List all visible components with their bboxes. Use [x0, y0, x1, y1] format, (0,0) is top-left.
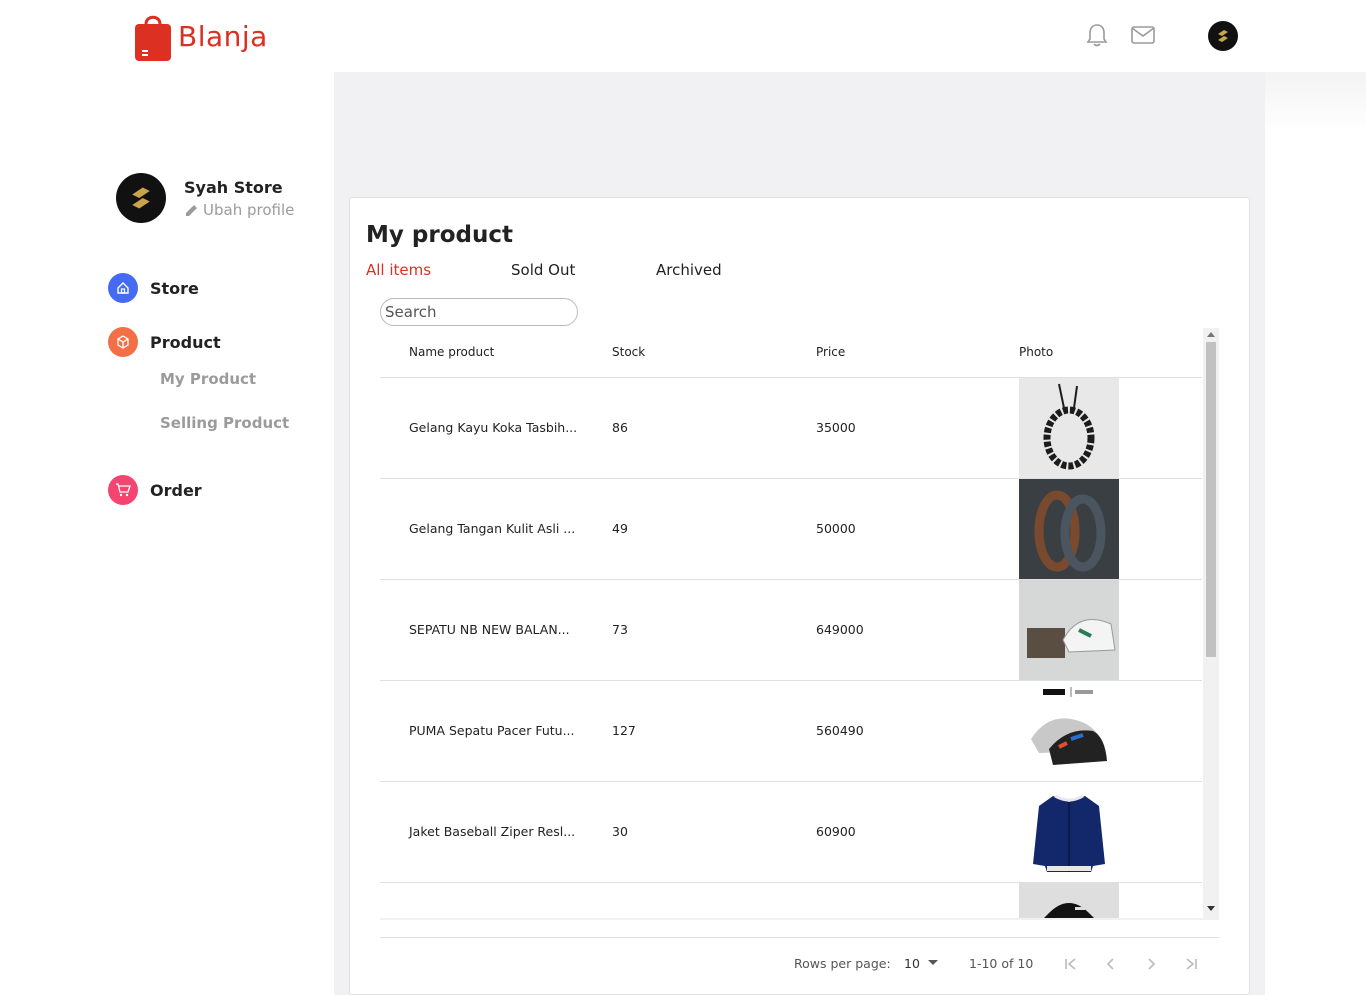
edit-profile-link[interactable]: Ubah profile [184, 201, 294, 219]
cell-name: Gelang Tangan Kulit Asli ... [409, 521, 576, 536]
column-header-stock[interactable]: Stock [612, 345, 645, 359]
cell-price: 50000 [816, 521, 856, 536]
tab-archived[interactable]: Archived [656, 261, 722, 279]
leather-bracelet-photo [1019, 479, 1119, 579]
table-row[interactable]: Gelang Tangan Kulit Asli ... 49 50000 [380, 479, 1202, 580]
cell-name: Gelang Kayu Koka Tasbih... [409, 420, 578, 435]
user-avatar[interactable] [1208, 21, 1238, 51]
scroll-down-icon[interactable] [1207, 906, 1215, 912]
product-card: My product All items Sold Out Archived N… [349, 197, 1250, 995]
sidebar: Syah Store Ubah profile Store Product My… [0, 72, 334, 995]
column-header-name[interactable]: Name product [409, 345, 494, 359]
company-logo-icon [132, 187, 150, 209]
cell-name: Jaket Baseball Ziper Resl... [409, 824, 576, 839]
sidebar-item-label: Order [150, 480, 202, 500]
sidebar-subitem-selling-product[interactable]: Selling Product [160, 414, 289, 432]
shopping-bag-icon [135, 15, 171, 61]
vertical-scrollbar[interactable] [1203, 328, 1219, 920]
product-table: Name product Stock Price Photo Gelang Ka… [380, 328, 1219, 920]
cell-price: 560490 [816, 723, 864, 738]
table-row[interactable]: Gelang Kayu Koka Tasbih... 86 35000 [380, 378, 1202, 479]
horizontal-scrollbar[interactable] [380, 918, 1219, 920]
table-row[interactable]: Jaket Baseball Ziper Resl... 30 60900 [380, 782, 1202, 883]
cart-icon [108, 475, 138, 505]
cell-price: 35000 [816, 420, 856, 435]
bracelet-photo [1019, 378, 1119, 478]
next-page-icon[interactable] [1139, 952, 1163, 976]
table-row[interactable]: PUMA Sepatu Pacer Futu... 127 560490 [380, 681, 1202, 782]
sidebar-item-product[interactable]: Product [108, 327, 221, 357]
store-name: Syah Store [184, 177, 283, 197]
top-navbar: Blanja [0, 0, 1366, 72]
jacket-photo [1019, 883, 1119, 920]
search-input[interactable] [380, 298, 578, 326]
vertical-scroll-thumb[interactable] [1206, 342, 1216, 657]
cell-stock: 73 [612, 622, 628, 637]
table-row[interactable]: SEPATU NB NEW BALAN... 73 649000 [380, 580, 1202, 681]
table-pagination: Rows per page: 10 1-10 of 10 [380, 937, 1219, 977]
sidebar-item-order[interactable]: Order [108, 475, 202, 505]
brand-logo[interactable]: Blanja [134, 10, 268, 62]
sidebar-item-label: Product [150, 332, 221, 352]
company-logo-icon [1218, 30, 1228, 42]
column-header-price[interactable]: Price [816, 345, 845, 359]
tab-sold-out[interactable]: Sold Out [511, 261, 656, 279]
brand-name: Blanja [178, 19, 268, 53]
first-page-icon[interactable] [1059, 952, 1083, 976]
box-icon [108, 327, 138, 357]
rows-per-page-label: Rows per page: [794, 956, 891, 971]
cell-price: 649000 [816, 622, 864, 637]
cell-stock: 49 [612, 521, 628, 536]
product-tabs: All items Sold Out Archived [366, 261, 722, 279]
mail-icon[interactable] [1130, 22, 1156, 48]
store-avatar[interactable] [116, 173, 166, 223]
rows-per-page-select[interactable]: 10 [904, 956, 920, 971]
scroll-up-icon[interactable] [1207, 331, 1215, 337]
last-page-icon[interactable] [1179, 952, 1203, 976]
home-icon [108, 273, 138, 303]
bell-icon[interactable] [1084, 22, 1110, 48]
jacket-photo [1019, 782, 1119, 882]
prev-page-icon[interactable] [1099, 952, 1123, 976]
chevron-down-icon[interactable] [928, 960, 938, 966]
tab-all-items[interactable]: All items [366, 261, 511, 279]
cell-name: PUMA Sepatu Pacer Futu... [409, 723, 575, 738]
store-profile: Syah Store Ubah profile [116, 173, 294, 223]
sidebar-item-label: Store [150, 278, 199, 298]
puma-shoe-photo [1019, 681, 1119, 781]
page-title: My product [366, 222, 513, 248]
column-header-photo[interactable]: Photo [1019, 345, 1053, 359]
table-row[interactable] [380, 883, 1202, 920]
table-header: Name product Stock Price Photo [380, 328, 1202, 378]
cell-price: 60900 [816, 824, 856, 839]
sidebar-item-store[interactable]: Store [108, 273, 199, 303]
pagination-range: 1-10 of 10 [969, 956, 1034, 971]
cell-stock: 86 [612, 420, 628, 435]
header-shadow [1265, 72, 1366, 132]
pencil-icon [186, 204, 197, 216]
cell-stock: 127 [612, 723, 636, 738]
sneaker-box-photo [1019, 580, 1119, 680]
sidebar-subitem-my-product[interactable]: My Product [160, 370, 256, 388]
edit-profile-label: Ubah profile [203, 200, 295, 219]
cell-name: SEPATU NB NEW BALAN... [409, 622, 570, 637]
cell-stock: 30 [612, 824, 628, 839]
